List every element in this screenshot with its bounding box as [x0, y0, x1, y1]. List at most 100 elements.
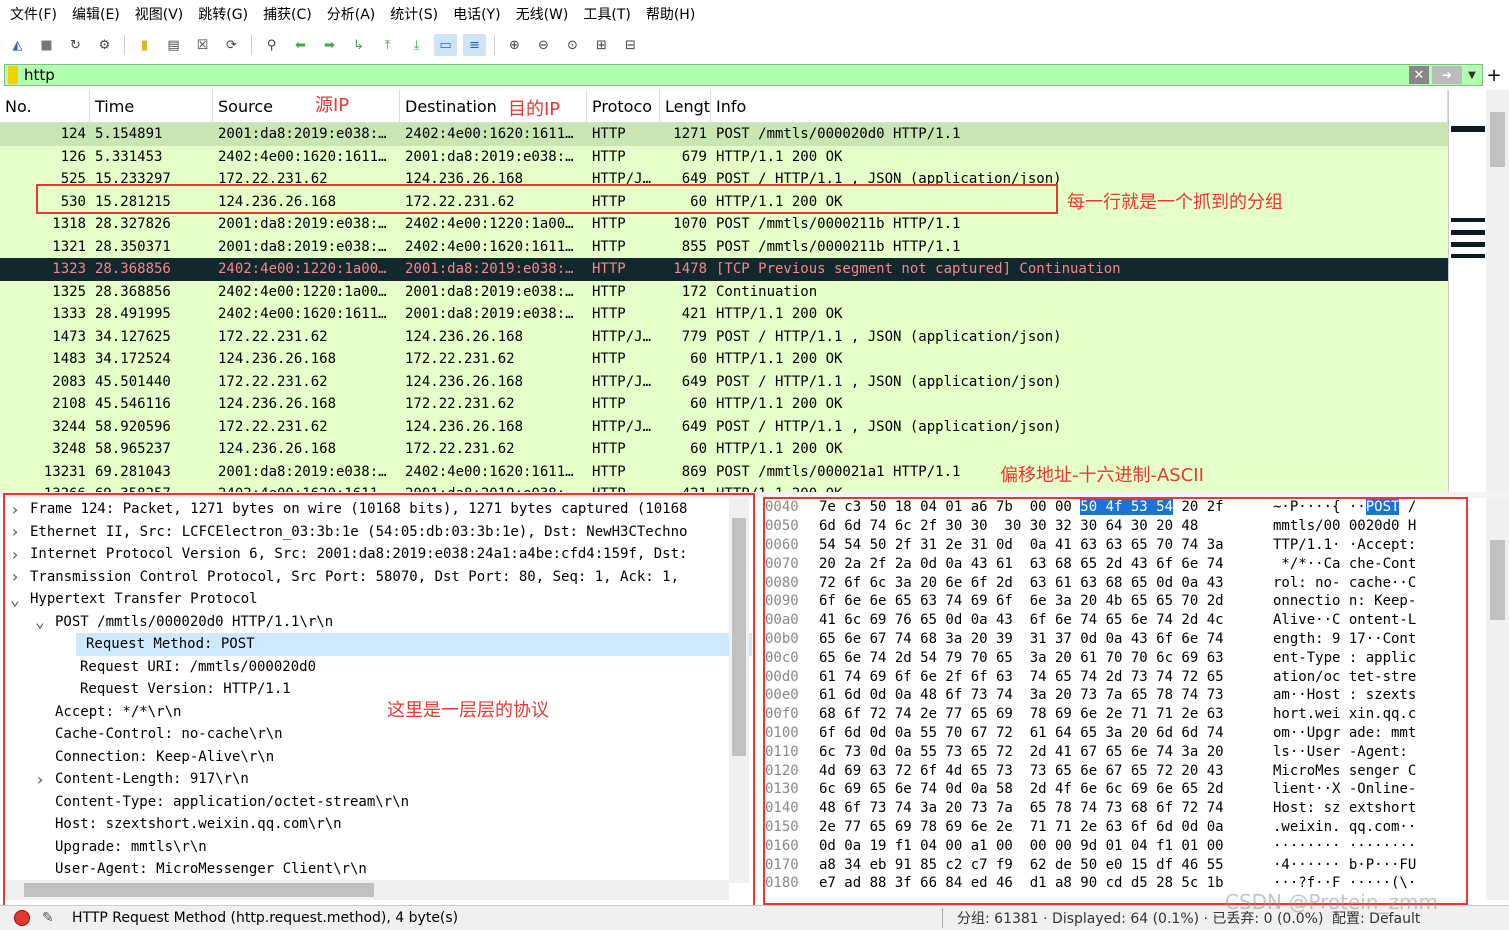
packet-cell: 2402:4e00:1620:1611… — [218, 306, 387, 323]
forward-arrow-icon[interactable]: ➡ — [318, 34, 341, 56]
packet-cell: 172.22.231.62 — [405, 441, 515, 458]
packet-cell: 2001:da8:2019:e038:… — [405, 283, 574, 300]
packet-cell: HTTP/1.1 200 OK — [716, 396, 843, 413]
annotation-row-note: 每一行就是一个抓到的分组 — [1067, 192, 1283, 213]
packet-cell: [TCP Previous segment not captured] Cont… — [716, 261, 1121, 278]
packet-row[interactable]: 1326669.3582572402:4e00:1620:1611…2001:d… — [0, 483, 1448, 492]
stop-icon[interactable]: ■ — [35, 34, 58, 56]
packet-cell: 2402:4e00:1220:1a00… — [218, 283, 387, 300]
packet-cell: 649 — [681, 373, 707, 390]
display-filter-box: ✕ ➜ ▼ — [4, 64, 1483, 86]
packet-cell: 2001:da8:2019:e038:… — [405, 306, 574, 323]
packet-cell: 3244 — [52, 418, 86, 435]
options-gear-icon[interactable]: ⚙ — [93, 34, 116, 56]
packet-cell: 34.172524 — [95, 351, 171, 368]
packet-bytes-scrollbar[interactable] — [1486, 498, 1509, 900]
filter-history-dropdown-icon[interactable]: ▼ — [1462, 70, 1482, 81]
packet-row[interactable]: 2083 45.501440 172.22.231.62 124.236.26.168… — [0, 370, 1448, 393]
packet-cell: 1325 — [52, 283, 86, 300]
menu-item-2[interactable]: 视图(V) — [129, 4, 193, 24]
packet-cell: 69.281043 — [95, 463, 171, 480]
packet-cell: 60 — [690, 396, 707, 413]
packet-list-header: No. Time Source Destination Protoco Lengt Info — [0, 90, 1448, 123]
packet-cell: POST /mmtls/000020d0 HTTP/1.1 — [716, 126, 961, 143]
packet-cell: 34.127625 — [95, 328, 171, 345]
last-packet-icon[interactable]: ⤓ — [405, 34, 428, 56]
edit-comment-icon[interactable]: ✎ — [42, 910, 60, 926]
packet-list-minimap[interactable] — [1448, 90, 1486, 492]
goto-packet-icon[interactable]: ↳ — [347, 34, 370, 56]
column-header-2[interactable]: Source — [213, 90, 400, 123]
packet-row[interactable]: 2108 45.546116 124.236.26.168 172.22.231.62… — [0, 393, 1448, 416]
menu-item-10[interactable]: 帮助(H) — [640, 4, 704, 24]
menu-item-8[interactable]: 无线(W) — [510, 4, 578, 24]
packet-cell: 1473 — [52, 328, 86, 345]
packet-cell: 124.236.26.168 — [218, 441, 337, 458]
find-icon[interactable]: ⚲ — [260, 34, 283, 56]
autoscroll-icon[interactable]: ▭ — [434, 34, 457, 56]
restart-icon[interactable]: ↻ — [64, 34, 87, 56]
column-header-6[interactable]: Info — [711, 90, 1448, 123]
apply-filter-icon[interactable]: ➜ — [1432, 66, 1462, 84]
packet-cell: 869 — [681, 463, 707, 480]
packet-row[interactable]: 3248 58.965237 124.236.26.168 172.22.231.62… — [0, 438, 1448, 461]
packet-cell: 126 — [60, 148, 86, 165]
packet-cell: 2083 — [52, 373, 86, 390]
first-packet-icon[interactable]: ⤒ — [376, 34, 399, 56]
menu-bar: 文件(F) 编辑(E) 视图(V) 跳转(G) 捕获(C) 分析(A) 统计(S) 电话(Y)… — [0, 0, 1509, 28]
menu-item-9[interactable]: 工具(T) — [577, 4, 639, 24]
split-icon[interactable]: ⊟ — [619, 34, 642, 56]
packet-row[interactable]: 1321 28.350371 2001:da8:2019:e038:… 2402:4e… — [0, 235, 1448, 258]
reload-icon[interactable]: ⟳ — [220, 34, 243, 56]
packet-row[interactable]: 1333 28.491995 2402:4e00:1620:1611… 2001:da… — [0, 303, 1448, 326]
packet-cell: 421 — [681, 306, 707, 323]
bookmark-icon[interactable] — [8, 66, 18, 84]
zoom-out-icon[interactable]: ⊖ — [532, 34, 555, 56]
menu-item-4[interactable]: 捕获(C) — [257, 4, 321, 24]
packet-cell: HTTP — [592, 238, 626, 255]
packet-list-scrollbar[interactable] — [1486, 90, 1509, 492]
packet-row[interactable]: 1483 34.172524 124.236.26.168 172.22.231.62… — [0, 348, 1448, 371]
close-file-icon[interactable]: ☒ — [191, 34, 214, 56]
packet-cell: 2001:da8:2019:e038:… — [218, 216, 387, 233]
packet-cell: POST / HTTP/1.1 , JSON (application/json… — [716, 418, 1062, 435]
menu-item-1[interactable]: 编辑(E) — [66, 4, 129, 24]
save-file-icon[interactable]: ▤ — [162, 34, 185, 56]
resize-columns-icon[interactable]: ⊞ — [590, 34, 613, 56]
expert-info-icon[interactable] — [14, 910, 30, 926]
menu-item-0[interactable]: 文件(F) — [4, 4, 66, 24]
packet-cell: HTTP/J… — [592, 373, 652, 390]
packet-cell: HTTP — [592, 351, 626, 368]
menu-item-6[interactable]: 统计(S) — [384, 4, 447, 24]
column-header-1[interactable]: Time — [90, 90, 213, 123]
packet-cell: 1478 — [673, 261, 707, 278]
menu-item-3[interactable]: 跳转(G) — [192, 4, 257, 24]
clear-filter-icon[interactable]: ✕ — [1409, 66, 1429, 84]
packet-row[interactable]: 126 5.331453 2402:4e00:1620:1611… 2001:da8:… — [0, 145, 1448, 168]
packet-row[interactable]: 124 5.154891 2001:da8:2019:e038:… 2402:4e00… — [0, 123, 1448, 146]
zoom-in-icon[interactable]: ⊕ — [503, 34, 526, 56]
packet-row[interactable]: 1323 28.368856 2402:4e00:1220:1a00… 2001:da… — [0, 258, 1448, 281]
column-header-4[interactable]: Protoco — [587, 90, 660, 123]
colorize-icon[interactable]: ≡ — [463, 34, 486, 56]
add-filter-button-icon[interactable]: + — [1483, 65, 1505, 86]
packet-row[interactable]: 13231 69.281043 2001:da8:2019:e038:… 2402:4… — [0, 460, 1448, 483]
packet-row[interactable]: 1318 28.327826 2001:da8:2019:e038:… 2402:4e… — [0, 213, 1448, 236]
packet-cell: 28.368856 — [95, 283, 171, 300]
packet-cell: 1318 — [52, 216, 86, 233]
display-filter-input[interactable] — [24, 65, 1409, 85]
packet-row[interactable]: 1325 28.368856 2402:4e00:1220:1a00… 2001:da… — [0, 280, 1448, 303]
menu-item-5[interactable]: 分析(A) — [321, 4, 385, 24]
toolbar-separator — [494, 35, 495, 55]
normal-size-icon[interactable]: ⊙ — [561, 34, 584, 56]
column-header-5[interactable]: Lengt — [660, 90, 711, 123]
shark-fin-start-icon[interactable]: ◭ — [6, 34, 29, 56]
packet-cell: HTTP — [592, 306, 626, 323]
column-header-0[interactable]: No. — [0, 90, 90, 123]
annotation-row-box — [36, 184, 1058, 214]
menu-item-7[interactable]: 电话(Y) — [447, 4, 509, 24]
packet-row[interactable]: 1473 34.127625 172.22.231.62 124.236.26.168… — [0, 325, 1448, 348]
back-arrow-icon[interactable]: ⬅ — [289, 34, 312, 56]
open-folder-icon[interactable]: ▮ — [133, 34, 156, 56]
packet-row[interactable]: 3244 58.920596 172.22.231.62 124.236.26.168… — [0, 415, 1448, 438]
